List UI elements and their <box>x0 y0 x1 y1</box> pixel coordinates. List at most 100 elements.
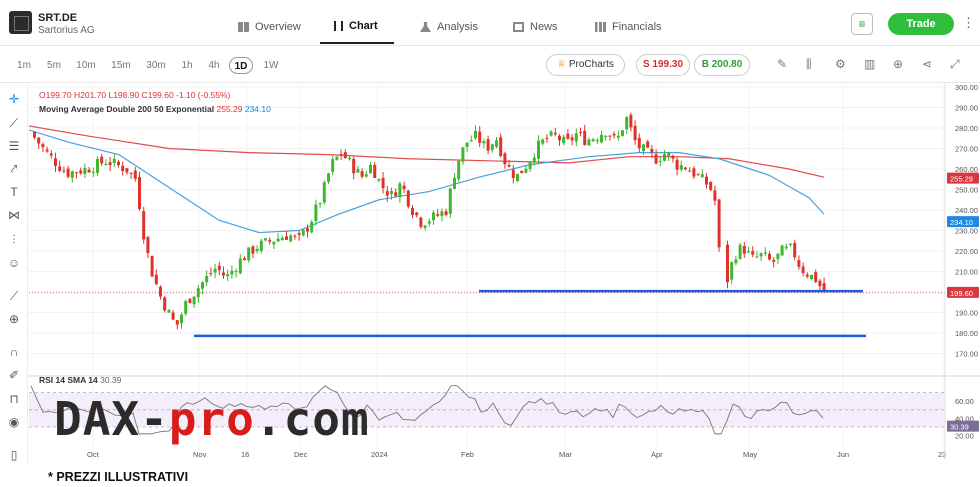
candle-body <box>133 170 137 179</box>
candle-body <box>646 141 650 148</box>
emoji-icon[interactable]: ☺ <box>6 256 22 270</box>
candle-body <box>402 185 406 190</box>
candle-body <box>423 225 427 228</box>
candle-body <box>440 211 444 217</box>
candle-body <box>469 140 473 142</box>
price-tick: 290.00 <box>955 104 978 113</box>
candle-body <box>558 135 561 141</box>
candle-body <box>490 144 494 150</box>
tab-news[interactable]: News <box>499 10 572 44</box>
zoom-icon[interactable]: ⊕ <box>6 312 22 326</box>
timeframe-5m[interactable]: 5m <box>44 57 64 74</box>
timeframe-4h[interactable]: 4h <box>204 57 224 74</box>
rsi-badge-label: 30.39 <box>950 423 969 432</box>
candles-icon[interactable]: ⫼ <box>806 57 812 72</box>
ma200-value: 255.29 <box>216 104 243 114</box>
more-icon[interactable]: ⋮ <box>962 15 975 31</box>
eye-icon[interactable]: ◉ <box>6 415 22 429</box>
timeframe-30m[interactable]: 30m <box>144 57 168 74</box>
add-icon[interactable]: ⊕ <box>893 57 903 71</box>
price-tick: 270.00 <box>955 145 978 154</box>
share-icon[interactable]: ⋖ <box>922 57 932 71</box>
candle-body <box>364 174 368 177</box>
candle-body <box>432 212 435 221</box>
candle-body <box>562 136 566 144</box>
timeframe-15m[interactable]: 15m <box>109 57 133 74</box>
tab-chart[interactable]: Chart <box>320 10 394 44</box>
candle-body <box>247 247 251 261</box>
sell-button[interactable]: S 199.30 <box>636 54 690 76</box>
candle-body <box>482 141 486 144</box>
candle-body <box>797 260 801 267</box>
candle-body <box>293 235 297 237</box>
price-tick: 250.00 <box>955 186 978 195</box>
trendline-icon[interactable]: ⟋ <box>6 116 22 131</box>
horizontal-lines-icon[interactable]: ☰ <box>6 139 22 153</box>
candle-body <box>201 282 204 289</box>
candle-body <box>507 164 511 167</box>
moving-averages <box>29 125 825 234</box>
gear-icon[interactable]: ⚙ <box>835 57 846 71</box>
candle-body <box>763 252 767 254</box>
symbol-label: SRT.DE <box>38 12 78 24</box>
price-badge-label: 234.10 <box>950 218 973 227</box>
lock-edit-icon[interactable]: ✐ <box>6 368 22 382</box>
timeframe-10m[interactable]: 10m <box>74 57 98 74</box>
candle-body <box>537 140 540 159</box>
candle-body <box>87 169 91 173</box>
lock-icon[interactable]: ⊓ <box>6 392 22 406</box>
price-tick: 230.00 <box>955 227 978 236</box>
pattern-icon[interactable]: ⋈ <box>6 208 22 222</box>
buy-button[interactable]: B 200.80 <box>694 54 750 76</box>
crosshair-icon[interactable]: ✛ <box>6 92 22 106</box>
ruler-icon[interactable]: ⟋ <box>6 289 22 304</box>
prochart-button[interactable]: ♕ ProCharts <box>546 54 625 76</box>
candle-body <box>381 177 385 189</box>
candle-body <box>608 135 612 137</box>
candle-body <box>343 152 347 159</box>
timeframe-1d[interactable]: 1D <box>229 57 253 74</box>
candle-body <box>129 172 133 174</box>
candle-body <box>264 238 267 241</box>
candle-body <box>268 239 272 242</box>
candle-body <box>188 298 192 304</box>
time-tick: May <box>743 450 757 459</box>
timeframe-1h[interactable]: 1h <box>178 57 196 74</box>
company-name: Sartorius AG <box>38 25 95 36</box>
candle-body <box>83 168 87 174</box>
tab-overview[interactable]: Overview <box>224 10 315 44</box>
timeframe-1w[interactable]: 1W <box>261 57 281 74</box>
candle-body <box>66 168 70 177</box>
candle-body <box>444 211 448 215</box>
candle-body <box>591 139 595 142</box>
trade-button[interactable]: Trade <box>888 13 954 35</box>
tab-financials[interactable]: Financials <box>581 10 676 44</box>
time-tick: Mar <box>559 450 572 459</box>
timeframe-1m[interactable]: 1m <box>14 57 34 74</box>
trash-icon[interactable]: ▯ <box>6 448 22 462</box>
rsi-tick: 20.00 <box>955 432 974 441</box>
candle-body <box>801 266 805 274</box>
time-tick: Feb <box>461 450 474 459</box>
tab-analysis[interactable]: Analysis <box>406 10 492 44</box>
candlesticks <box>33 112 826 330</box>
rsi-value: 30.39 <box>100 375 122 385</box>
candle-body <box>495 140 498 147</box>
candle-body <box>406 190 410 207</box>
candle-body <box>377 179 381 181</box>
magnet-icon[interactable]: ∩ <box>6 345 22 359</box>
candle-body <box>532 157 536 162</box>
text-icon[interactable]: T <box>6 185 22 199</box>
candle-body <box>54 158 57 167</box>
candle-body <box>390 191 393 195</box>
add-watchlist-icon[interactable]: ≡ <box>851 13 873 35</box>
support-lines <box>29 289 945 338</box>
measure-icon[interactable]: ⫶ <box>6 233 22 248</box>
tab-chart-label: Chart <box>349 20 378 32</box>
candle-body <box>411 208 414 216</box>
expand-icon[interactable]: ⤢ <box>950 57 960 72</box>
price-badge-label: 199.60 <box>950 289 973 298</box>
pencil-icon[interactable]: ✎ <box>777 57 787 71</box>
layout-icon[interactable]: ▥ <box>864 57 875 71</box>
ray-icon[interactable]: ⤤ <box>6 162 22 177</box>
